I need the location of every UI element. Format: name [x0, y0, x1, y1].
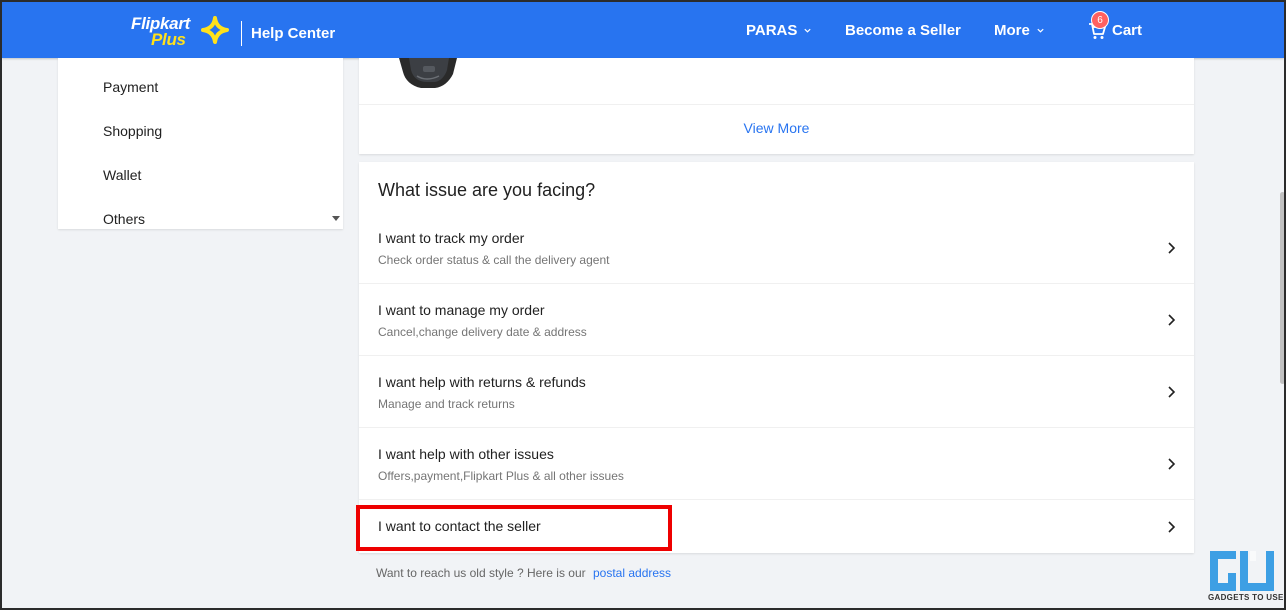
become-seller-link[interactable]: Become a Seller: [845, 22, 961, 39]
help-topics-sidebar: Payment Shopping Wallet Others: [58, 58, 343, 229]
sidebar-item-wallet[interactable]: Wallet: [103, 167, 141, 183]
plus-star-icon: [201, 16, 229, 44]
sidebar-item-payment[interactable]: Payment: [103, 79, 158, 95]
smartwatch-product-image[interactable]: [395, 58, 465, 92]
issue-row-track-order[interactable]: I want to track my order Check order sta…: [359, 212, 1194, 284]
chevron-right-icon: [1168, 386, 1176, 398]
issues-card: What issue are you facing? I want to tra…: [359, 162, 1194, 553]
chevron-down-icon: [1037, 28, 1044, 33]
card-divider: [359, 104, 1194, 105]
issue-title: I want help with other issues: [378, 446, 554, 462]
user-menu[interactable]: PARAS: [746, 22, 812, 39]
more-label: More: [994, 22, 1030, 39]
chevron-right-icon: [1168, 314, 1176, 326]
sidebar-item-others[interactable]: Others: [103, 211, 145, 227]
recent-orders-card: View More: [359, 58, 1194, 154]
sidebar-scrollbar[interactable]: [328, 58, 343, 229]
chevron-right-icon: [1168, 458, 1176, 470]
top-header: Flipkart Plus Help Center PARAS Become a…: [2, 2, 1284, 58]
chevron-right-icon: [1168, 242, 1176, 254]
more-menu[interactable]: More: [994, 22, 1045, 39]
cart-label[interactable]: Cart: [1112, 22, 1142, 39]
postal-footer: Want to reach us old style ? Here is our…: [376, 566, 671, 580]
scroll-down-arrow-icon[interactable]: [332, 216, 340, 221]
user-name-label: PARAS: [746, 22, 798, 39]
issue-row-contact-seller[interactable]: I want to contact the seller: [359, 500, 1194, 553]
view-more-link[interactable]: View More: [359, 120, 1194, 136]
header-divider: [241, 21, 242, 46]
chevron-down-icon: [804, 28, 812, 33]
sidebar-list: Payment Shopping Wallet Others: [58, 58, 328, 229]
issues-heading: What issue are you facing?: [378, 180, 596, 200]
issue-subtitle: Check order status & call the delivery a…: [378, 253, 610, 267]
issue-subtitle: Cancel,change delivery date & address: [378, 325, 587, 339]
issue-subtitle: Offers,payment,Flipkart Plus & all other…: [378, 469, 624, 483]
issue-title: I want to manage my order: [378, 302, 545, 318]
postal-address-link[interactable]: postal address: [593, 566, 671, 580]
page-scrollbar-thumb[interactable]: [1280, 192, 1284, 384]
logo-wordmark-bottom: Plus: [151, 30, 186, 49]
issue-title: I want to track my order: [378, 230, 525, 246]
issue-title: I want to contact the seller: [378, 518, 541, 534]
issue-row-returns-refunds[interactable]: I want help with returns & refunds Manag…: [359, 356, 1194, 428]
watermark-text: GADGETS TO USE: [1208, 593, 1284, 602]
help-center-title[interactable]: Help Center: [251, 25, 335, 42]
issue-title: I want help with returns & refunds: [378, 374, 586, 390]
sidebar-item-shopping[interactable]: Shopping: [103, 123, 162, 139]
issue-row-other-issues[interactable]: I want help with other issues Offers,pay…: [359, 428, 1194, 500]
chevron-right-icon: [1168, 521, 1176, 533]
issue-row-manage-order[interactable]: I want to manage my order Cancel,change …: [359, 284, 1194, 356]
flipkart-plus-logo[interactable]: Flipkart Plus: [131, 14, 231, 49]
cart-count-badge: 6: [1091, 11, 1109, 29]
footer-text: Want to reach us old style ? Here is our: [376, 566, 586, 580]
issue-subtitle: Manage and track returns: [378, 397, 515, 411]
become-seller-label: Become a Seller: [845, 22, 961, 39]
screen: Flipkart Plus Help Center PARAS Become a…: [0, 0, 1286, 610]
